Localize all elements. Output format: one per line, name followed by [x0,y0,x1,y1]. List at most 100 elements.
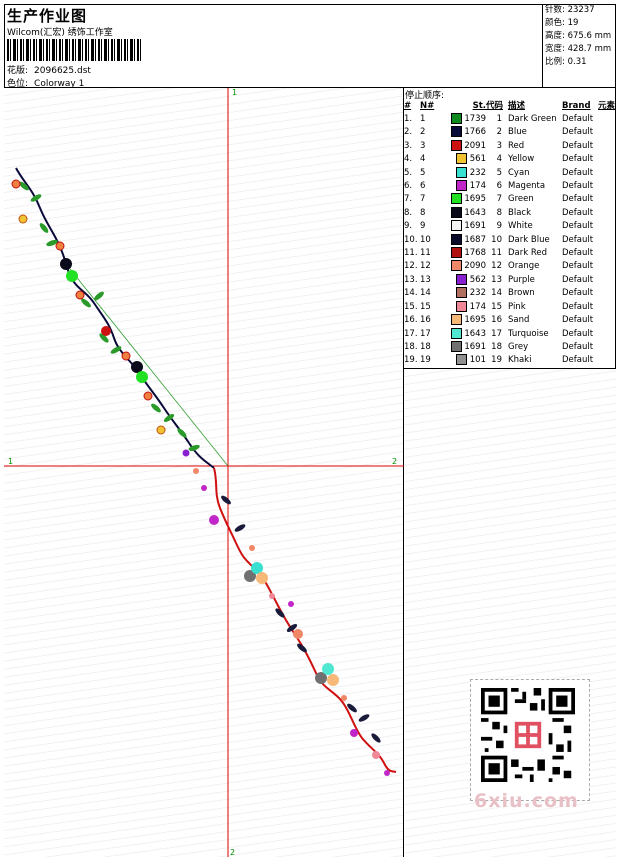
table-row: 9. 9 1691 9 White Default [404,220,616,233]
row-element [598,140,616,153]
row-needle: 10 [420,234,431,245]
table-row: 6. 6 174 6 Magenta Default [404,180,616,193]
vine-lower [213,467,397,773]
row-element [598,274,616,287]
watermark-text: 6xiu.com [474,790,579,812]
stat-colors: 颜色: 19 [545,18,579,28]
color-dots [60,258,339,686]
color-swatch [456,354,468,366]
row-description: Dark Green [508,114,557,124]
row-element [598,328,616,341]
table-row: 3. 3 2091 3 Red Default [404,139,616,153]
row-description: Sand [508,315,530,326]
row-needle: 18 [420,341,431,352]
row-needle: 4 [420,154,426,165]
row-stitches: 1766 [438,126,486,139]
table-row: 12. 12 2090 12 Orange Default [404,260,616,273]
row-element [598,260,616,273]
page-title: 生产作业图 [7,7,88,25]
subtitle: Wilcom(汇宏) 绣饰工作室 [7,28,113,38]
col-header-description: 描述 [508,101,526,111]
table-row: 17. 17 1643 17 Turquoise Default [404,327,616,341]
row-code: 10 [491,234,502,245]
blank-area: 6xiu.com [404,369,616,857]
row-code: 5 [496,167,502,178]
table-row: 5. 5 232 5 Cyan Default [404,166,616,180]
row-brand: Default [562,301,594,312]
row-needle: 6 [420,181,426,192]
row-index: 3. [404,140,413,151]
row-code: 12 [491,261,502,272]
row-description: Blue [508,127,527,138]
qr-code-box [470,679,590,801]
row-description: White [508,221,533,232]
table-row: 14. 14 232 14 Brown Default [404,287,616,300]
row-index: 13. [404,274,418,285]
vine-upper [15,167,215,469]
axis-label-right: 2 [392,457,397,466]
color-swatch [456,166,468,178]
leaves-lower [221,495,381,743]
stat-height: 高度: 675.6 mm [545,31,612,41]
row-element [598,113,616,126]
col-header-brand: Brand [562,101,591,111]
row-needle: 8 [420,207,426,218]
row-code: 16 [491,315,502,326]
row-element [598,287,616,300]
col-header-element: 元素 [598,101,616,111]
row-index: 5. [404,167,413,178]
row-brand: Default [562,355,594,366]
row-index: 7. [404,194,413,205]
qr-code-image [481,688,575,782]
color-swatch [450,340,462,352]
row-index: 2. [404,127,413,138]
row-stitches: 2090 [438,260,486,273]
stop-sequence-table: # N# St. 代码 描述 Brand 元素 1. 1 1739 1 Dark Gr… [404,100,616,368]
color-swatch [450,206,462,218]
row-code: 11 [491,248,502,259]
color-swatch [450,233,462,245]
axis-label-left: 1 [8,457,13,466]
header: 生产作业图 Wilcom(汇宏) 绣饰工作室 花版: 2096625.dst 色位… [4,4,616,89]
row-index: 15. [404,301,418,312]
stat-scale: 比例: 0.31 [545,57,587,67]
row-needle: 5 [420,167,426,178]
design-value: 2096625.dst [34,66,91,76]
row-description: Turquoise [508,328,549,339]
row-code: 1 [496,114,502,124]
row-stitches: 1695 [438,314,486,327]
color-swatch [456,300,468,312]
row-needle: 14 [420,288,431,299]
row-brand: Default [562,341,594,352]
row-brand: Default [562,114,594,124]
table-row: 16. 16 1695 16 Sand Default [404,314,616,327]
row-needle: 15 [420,301,431,312]
col-header-index: # [404,101,412,111]
design-name-row: 花版: 2096625.dst [7,63,91,76]
table-row: 4. 4 561 4 Yellow Default [404,153,616,166]
row-brand: Default [562,127,594,138]
table-row: 8. 8 1643 8 Black Default [404,206,616,220]
col-header-stitches: St. [472,101,486,111]
color-swatch [456,287,468,299]
row-stitches: 1768 [438,247,486,260]
table-row: 1. 1 1739 1 Dark Green Default [404,113,616,126]
row-description: Dark Red [508,248,548,259]
row-needle: 2 [420,127,426,138]
row-code: 19 [491,355,502,366]
axis-label-bottom: 2 [230,848,235,857]
row-stitches: 1643 [438,206,486,220]
row-stitches: 562 [438,273,486,287]
row-element [598,301,616,314]
row-index: 16. [404,315,418,326]
row-index: 1. [404,114,413,124]
row-brand: Default [562,274,594,285]
row-index: 12. [404,261,418,272]
row-code: 9 [496,221,502,232]
row-brand: Default [562,248,594,259]
row-description: Purple [508,274,535,285]
col-header-needle: N# [420,101,435,111]
row-index: 14. [404,288,418,299]
row-brand: Default [562,194,594,205]
row-needle: 9 [420,221,426,232]
